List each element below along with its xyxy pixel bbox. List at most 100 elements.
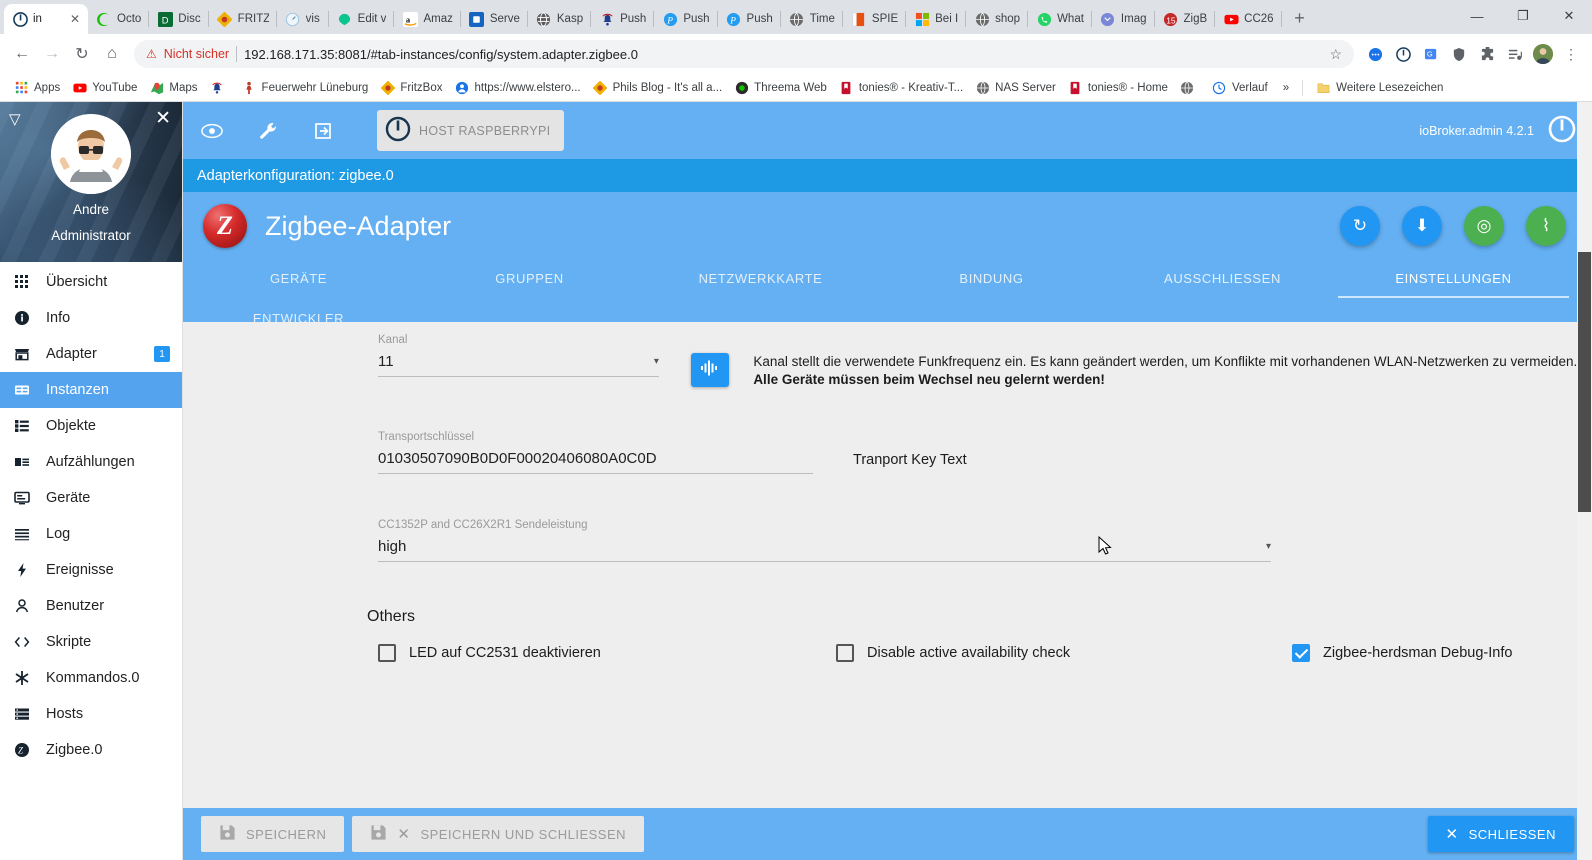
checkbox-box[interactable] [378, 643, 396, 662]
chat-icon[interactable] [1362, 41, 1388, 67]
tab-ausschliessen[interactable]: AUSSCHLIESSEN [1107, 258, 1338, 298]
sidebar-item-bersicht[interactable]: Übersicht [0, 264, 182, 300]
browser-tab[interactable]: shop [966, 4, 1029, 34]
iobroker-icon[interactable] [1390, 41, 1416, 67]
close-tab-icon[interactable]: ✕ [70, 12, 80, 26]
browser-tab[interactable]: in ✕ [4, 4, 88, 34]
touchlink-button[interactable]: ⌇ [1526, 206, 1566, 246]
browser-tab[interactable]: Serve [461, 4, 528, 34]
new-tab-button[interactable]: + [1286, 4, 1314, 32]
browser-tab[interactable]: Time [781, 4, 843, 34]
browser-tab[interactable]: Kasp [528, 4, 592, 34]
browser-tab[interactable]: Octo [88, 4, 150, 34]
other-bookmarks-folder[interactable]: Weitere Lesezeichen [1310, 78, 1449, 97]
backup-button[interactable]: ⬇ [1402, 206, 1442, 246]
translate-icon[interactable]: G [1418, 41, 1444, 67]
playlist-icon[interactable] [1502, 41, 1528, 67]
tab-gruppen[interactable]: GRUPPEN [414, 258, 645, 298]
browser-tab[interactable]: P Push [718, 4, 781, 34]
bookmarks-overflow-button[interactable]: » [1277, 80, 1295, 96]
address-bar[interactable]: ⚠ Nicht sicher 192.168.171.35:8081/#tab-… [134, 40, 1354, 68]
browser-tab[interactable]: Edit v [329, 4, 395, 34]
bookmark-item[interactable]: tonies® - Kreativ-T... [833, 78, 969, 97]
bookmark-star-icon[interactable]: ☆ [1329, 46, 1342, 63]
save-button[interactable]: SPEICHERN [201, 816, 345, 852]
wrench-icon[interactable] [255, 118, 281, 144]
browser-tab[interactable]: a Amaz [394, 4, 461, 34]
back-button[interactable]: ← [8, 40, 36, 68]
channel-scan-button[interactable] [690, 353, 730, 387]
browser-tab[interactable]: CC26 [1215, 4, 1282, 34]
browser-tab[interactable]: D Disc [149, 4, 209, 34]
browser-tab[interactable]: FRITZ [209, 4, 277, 34]
sidebar-item-benutzer[interactable]: Benutzer [0, 588, 182, 624]
transportkey-input[interactable]: 01030507090B0D0F00020406080A0C0D [378, 450, 813, 474]
bookmark-item[interactable]: NAS Server [969, 78, 1062, 97]
bookmark-item[interactable]: Threema Web [728, 78, 833, 97]
browser-tab[interactable]: P Push [654, 4, 718, 34]
browser-tab[interactable]: What [1028, 4, 1092, 34]
checkbox-row-item[interactable]: Zigbee-herdsman Debug-Info [1292, 643, 1512, 662]
pairing-button[interactable]: ◎ [1464, 206, 1504, 246]
browser-tab[interactable]: vis [277, 4, 329, 34]
page-scrollbar-thumb[interactable] [1578, 252, 1591, 512]
reload-button[interactable]: ↻ [68, 40, 96, 68]
bookmark-item[interactable]: Feuerwehr Lüneburg [236, 78, 375, 97]
bookmark-item[interactable]: FritzBox [374, 78, 448, 97]
tab-geräte[interactable]: GERÄTE [183, 258, 414, 298]
collapse-caret-icon[interactable]: ▽ [9, 110, 21, 128]
sidebar-item-aufz-hlungen[interactable]: Aufzählungen [0, 444, 182, 480]
sidebar-close-icon[interactable]: ✕ [155, 107, 171, 130]
sidebar-item-adapter[interactable]: Adapter 1 [0, 336, 182, 372]
bookmark-item[interactable]: tonies® - Home [1062, 78, 1174, 97]
browser-tab[interactable]: Imag [1092, 4, 1155, 34]
sidebar-item-objekte[interactable]: Objekte [0, 408, 182, 444]
power-select[interactable]: high ▾ [378, 538, 1271, 562]
restore-button[interactable]: ❐ [1500, 0, 1546, 32]
menu-icon[interactable]: ⋮ [1558, 41, 1584, 67]
forward-button[interactable]: → [38, 40, 66, 68]
checkbox-row-item[interactable]: LED auf CC2531 deaktivieren [378, 643, 601, 662]
browser-tab[interactable]: Push [591, 4, 655, 34]
tab-einstellungen[interactable]: EINSTELLUNGEN [1338, 258, 1569, 298]
sidebar-item-skripte[interactable]: Skripte [0, 624, 182, 660]
browser-tab[interactable]: Bei I [906, 4, 967, 34]
sidebar-item-zigbee-0[interactable]: Z Zigbee.0 [0, 732, 182, 768]
save-and-close-button[interactable]: ✕ SPEICHERN UND SCHLIESSEN [352, 816, 645, 852]
close-window-button[interactable]: ✕ [1546, 0, 1592, 32]
browser-tab[interactable]: 15 ZigB [1155, 4, 1216, 34]
eye-icon[interactable] [199, 118, 225, 144]
minimize-button[interactable]: — [1454, 0, 1500, 32]
profile-avatar[interactable] [1530, 41, 1556, 67]
host-chip[interactable]: HOST RASPBERRYPI [377, 110, 565, 151]
kanal-select[interactable]: 11 ▾ [378, 353, 659, 377]
checkbox-row-item[interactable]: Disable active availability check [836, 643, 1070, 662]
sidebar-item-instanzen[interactable]: Instanzen [0, 372, 182, 408]
bookmark-item[interactable] [204, 78, 236, 97]
bookmark-item[interactable] [1174, 78, 1206, 97]
page-scrollbar-track[interactable] [1577, 102, 1592, 860]
close-button[interactable]: ✕ SCHLIESSEN [1427, 816, 1574, 852]
tab-netzwerkkarte[interactable]: NETZWERKKARTE [645, 258, 876, 298]
bookmark-item[interactable]: Verlauf [1206, 78, 1274, 97]
sidebar-item-kommandos-0[interactable]: Kommandos.0 [0, 660, 182, 696]
home-button[interactable]: ⌂ [98, 40, 126, 68]
bookmark-item[interactable]: YouTube [66, 78, 143, 97]
checkbox-box[interactable] [836, 643, 854, 662]
shield-icon[interactable] [1446, 41, 1472, 67]
refresh-button[interactable]: ↻ [1340, 206, 1380, 246]
sidebar-item-ereignisse[interactable]: Ereignisse [0, 552, 182, 588]
sidebar-item-log[interactable]: Log [0, 516, 182, 552]
tab-bindung[interactable]: BINDUNG [876, 258, 1107, 298]
login-icon[interactable] [311, 118, 337, 144]
bookmark-item[interactable]: https://www.elstero... [448, 78, 586, 97]
bookmark-item[interactable]: Maps [143, 78, 203, 97]
sidebar-item-hosts[interactable]: Hosts [0, 696, 182, 732]
sidebar-item-ger-te[interactable]: Geräte [0, 480, 182, 516]
checkbox-box[interactable] [1292, 643, 1310, 662]
bookmark-item[interactable]: Apps [8, 78, 66, 97]
browser-tab[interactable]: SPIE [843, 4, 907, 34]
bookmark-item[interactable]: Phils Blog - It's all a... [587, 78, 729, 97]
extensions-icon[interactable] [1474, 41, 1500, 67]
sidebar-item-info[interactable]: Info [0, 300, 182, 336]
